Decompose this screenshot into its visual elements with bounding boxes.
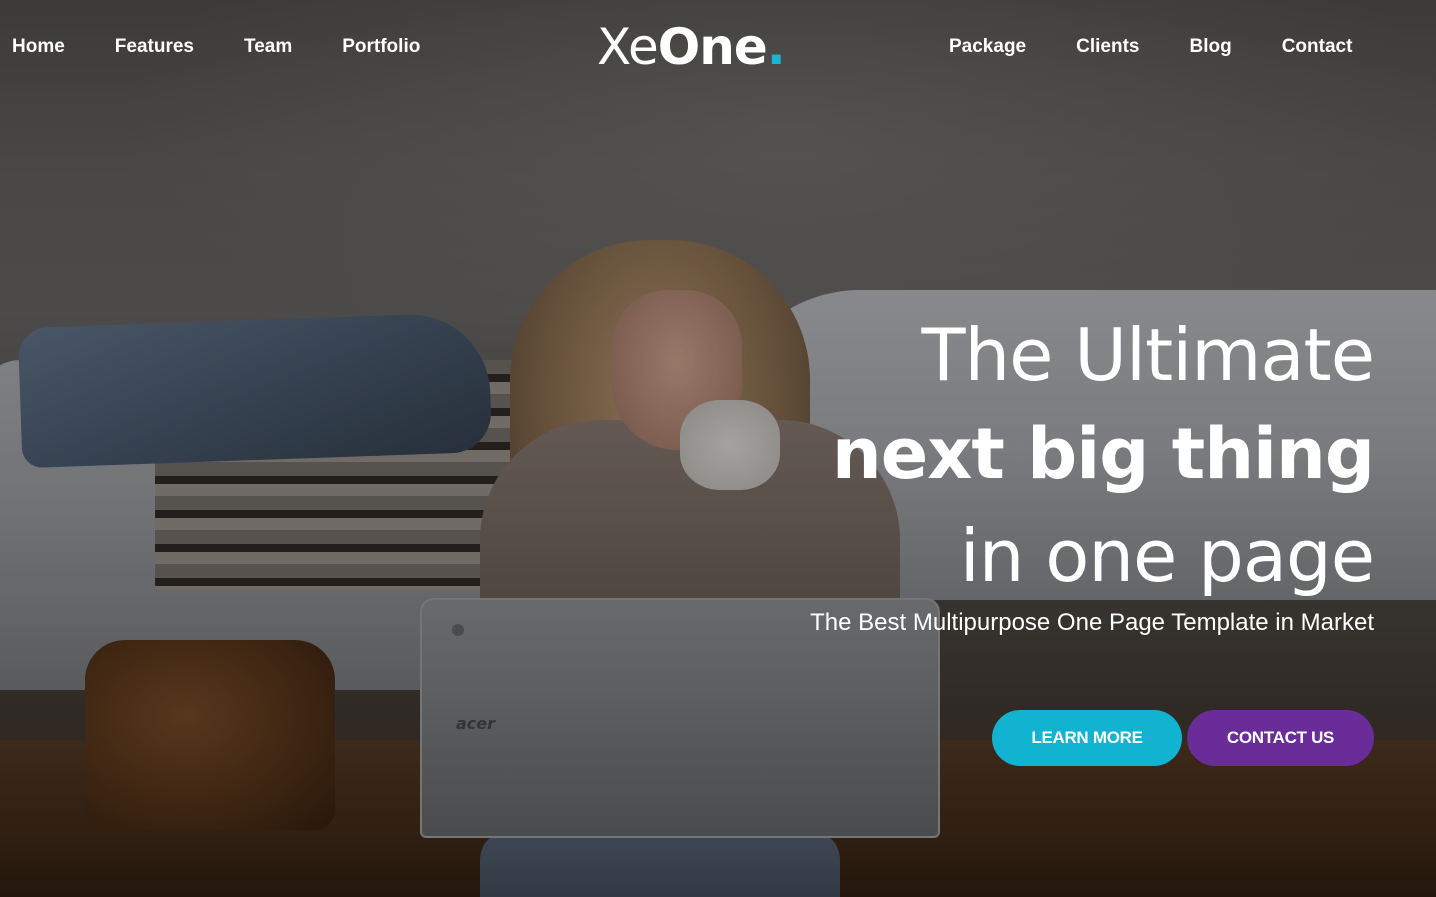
nav-features-link[interactable]: Features <box>115 34 194 60</box>
hero-headline: The Ultimate next big thing in one page <box>674 308 1375 606</box>
nav-package-link[interactable]: Package <box>949 34 1026 60</box>
nav-team-link[interactable]: Team <box>244 34 292 60</box>
logo-bold-text: One <box>657 18 768 76</box>
headline-line-1: The Ultimate <box>921 313 1375 397</box>
nav-clients-link[interactable]: Clients <box>1076 34 1139 60</box>
logo-light-text: Xe <box>597 18 659 76</box>
nav-portfolio-link[interactable]: Portfolio <box>342 34 420 60</box>
nav-contact-link[interactable]: Contact <box>1282 34 1353 60</box>
nav-blog-link[interactable]: Blog <box>1189 34 1231 60</box>
site-logo[interactable]: XeOne. <box>597 18 786 76</box>
contact-us-button[interactable]: CONTACT US <box>1187 710 1374 766</box>
logo-dot: . <box>766 18 786 76</box>
hero-subtitle: The Best Multipurpose One Page Template … <box>810 609 1374 636</box>
nav-right: Package Clients Blog Contact <box>949 34 1352 60</box>
headline-line-3: in one page <box>959 514 1375 598</box>
nav-left: Home Features Team Portfolio <box>12 34 420 60</box>
headline-line-2: next big thing <box>831 413 1375 495</box>
nav-home-link[interactable]: Home <box>12 34 65 60</box>
hero-section: acer Home Features Team Portfolio XeOne.… <box>0 0 1436 897</box>
learn-more-button[interactable]: LEARN MORE <box>992 710 1182 766</box>
